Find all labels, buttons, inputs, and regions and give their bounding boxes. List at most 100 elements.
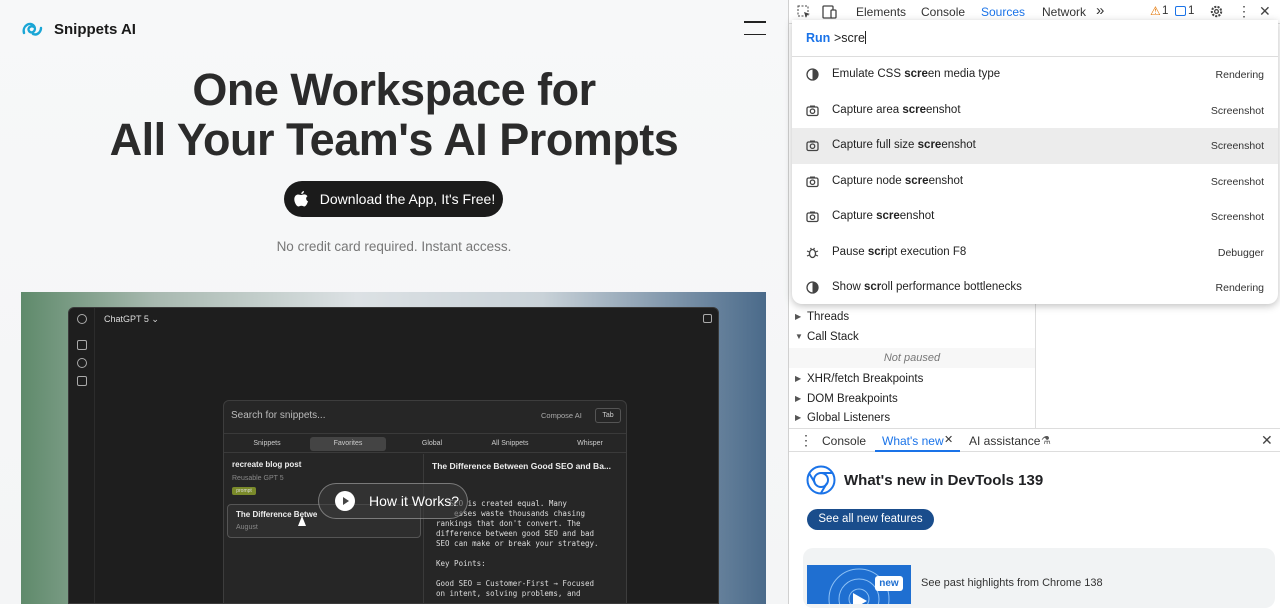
tab-network[interactable]: Network [1042, 5, 1086, 19]
website-page: Snippets AI One Workspace for All Your T… [0, 0, 788, 604]
openai-icon [77, 314, 87, 324]
snippet-folder: Reusable GPT 5 [232, 475, 284, 482]
tab-key: Tab [595, 408, 621, 423]
tab-sources[interactable]: Sources [981, 5, 1025, 19]
device-toolbar-icon[interactable] [822, 5, 837, 19]
command-item-category: Rendering [1215, 282, 1264, 294]
kebab-menu-icon[interactable]: ⋮ [1237, 3, 1251, 19]
download-button-label: Download the App, It's Free! [319, 191, 496, 207]
close-drawer-icon[interactable]: ✕ [1261, 432, 1273, 449]
xhr-label: XHR/fetch Breakpoints [807, 373, 924, 385]
tab-console[interactable]: Console [921, 5, 965, 19]
flask-icon: ⚗ [1041, 435, 1051, 447]
xhr-breakpoints-section[interactable]: ▶ XHR/fetch Breakpoints [789, 369, 1035, 389]
dom-breakpoints-section[interactable]: ▶ DOM Breakpoints [789, 389, 1035, 409]
logo-text: Snippets AI [54, 20, 136, 38]
close-tab-icon[interactable]: ✕ [944, 433, 953, 446]
camera-icon [806, 139, 819, 152]
drawer-menu-icon[interactable]: ⋮ [799, 432, 813, 448]
tab-favorites: Favorites [310, 437, 386, 451]
compose-ai: Compose AI [541, 411, 582, 420]
tab-whisper: Whisper [577, 440, 603, 447]
command-query-text: >scre [834, 31, 865, 45]
call-stack-section[interactable]: ▼ Call Stack [789, 327, 1035, 347]
see-all-features-button[interactable]: See all new features [807, 509, 934, 530]
menu-icon[interactable] [744, 21, 766, 35]
tab-elements[interactable]: Elements [856, 5, 906, 19]
apple-icon [294, 191, 308, 207]
mock-app-title: ChatGPT 5 ⌄ [104, 314, 159, 324]
play-video-button[interactable]: How it Works? [318, 483, 468, 519]
new-chat-icon [77, 340, 87, 350]
new-badge: new [875, 576, 903, 591]
dom-label: DOM Breakpoints [807, 393, 898, 405]
warning-icon[interactable]: ⚠ [1150, 4, 1161, 18]
command-item[interactable]: Show scroll performance bottlenecks Rende… [792, 270, 1278, 304]
bug-icon [806, 246, 819, 259]
command-item[interactable]: Capture area screenshot Screenshot [792, 93, 1278, 129]
app-mockup: ChatGPT 5 ⌄ Search for snippets... Compo… [68, 307, 719, 604]
expand-icon [703, 314, 712, 323]
tab-snippets: Snippets [253, 440, 281, 447]
snippet-folder: August [236, 524, 258, 531]
camera-icon [806, 210, 819, 223]
more-tabs-icon[interactable]: » [1096, 2, 1104, 19]
message-count: 1 [1188, 5, 1195, 17]
call-stack-label: Call Stack [807, 331, 859, 343]
drawer-toolbar: ⋮ Console What's new ✕ AI assistance ⚗ ✕ [789, 428, 1280, 452]
command-item-label: Emulate CSS screen media type [832, 68, 1001, 80]
divider [1035, 304, 1036, 428]
logo[interactable]: Snippets AI [20, 18, 136, 40]
camera-icon [806, 104, 819, 117]
drawer-tab-whats-new[interactable]: What's new [882, 434, 944, 448]
rendering-icon [806, 68, 819, 81]
snippets-logo-icon [22, 22, 43, 36]
global-label: Global Listeners [807, 412, 891, 424]
command-item[interactable]: Capture screenshot Screenshot [792, 199, 1278, 235]
settings-gear-icon[interactable] [1209, 4, 1224, 19]
whats-new-title: What's new in DevTools 139 [844, 472, 1044, 489]
inspect-icon[interactable] [797, 5, 811, 19]
command-item-label: Capture area screenshot [832, 103, 961, 116]
command-item-label: Pause script execution F8 [832, 245, 967, 258]
close-devtools-icon[interactable]: ✕ [1259, 3, 1271, 20]
message-icon[interactable] [1175, 6, 1186, 16]
drawer-tab-console[interactable]: Console [822, 434, 866, 448]
command-query[interactable]: >scre [834, 31, 866, 45]
command-item[interactable]: Capture full size screenshot Screenshot [792, 128, 1278, 164]
command-item[interactable]: Emulate CSS screen media type Rendering [792, 57, 1278, 93]
run-label: Run [806, 31, 831, 45]
camera-icon [806, 175, 819, 188]
threads-section[interactable]: ▶ Threads [789, 307, 1035, 327]
command-item-label: Capture full size screenshot [832, 139, 976, 151]
command-item-category: Screenshot [1210, 104, 1264, 117]
command-item-category: Screenshot [1210, 140, 1264, 152]
command-item[interactable]: Pause script execution F8 Debugger [792, 235, 1278, 271]
snippet-preview-title: The Difference Between Good SEO and Ba..… [432, 461, 612, 471]
cta-subtext: No credit card required. Instant access. [276, 239, 512, 254]
play-icon [335, 491, 355, 511]
command-menu: Run >scre Emulate CSS screen media type R… [792, 20, 1278, 304]
play-video-label: How it Works? [369, 493, 459, 509]
hero-title-line1: One Workspace for [192, 64, 596, 115]
command-item-category: Screenshot [1210, 211, 1264, 223]
hero-title-line2: All Your Team's AI Prompts [109, 114, 679, 165]
download-button[interactable]: Download the App, It's Free! [284, 181, 503, 217]
command-input[interactable]: Run >scre [792, 20, 1278, 57]
active-tab-indicator [875, 450, 960, 452]
mouse-cursor-icon [298, 516, 306, 526]
global-listeners-section[interactable]: ▶ Global Listeners [789, 408, 1035, 428]
drawer-tab-ai-assistance[interactable]: AI assistance [969, 434, 1040, 448]
command-item-label: Capture node screenshot [832, 174, 964, 187]
snippet-search: Search for snippets... [231, 410, 326, 421]
command-item[interactable]: Capture node screenshot Screenshot [792, 164, 1278, 200]
library-icon [77, 376, 87, 386]
tab-global: Global [421, 440, 443, 447]
warning-count: 1 [1162, 5, 1169, 17]
snippet-list: recreate blog post Reusable GPT 5 prompt… [224, 454, 424, 603]
past-highlights-link[interactable]: See past highlights from Chrome 138 [921, 577, 1103, 589]
command-item-label: Show scroll performance bottlenecks [832, 281, 1022, 293]
tab-all-snippets: All Snippets [491, 440, 529, 447]
not-paused-status: Not paused [789, 348, 1035, 368]
search-icon [77, 358, 87, 368]
